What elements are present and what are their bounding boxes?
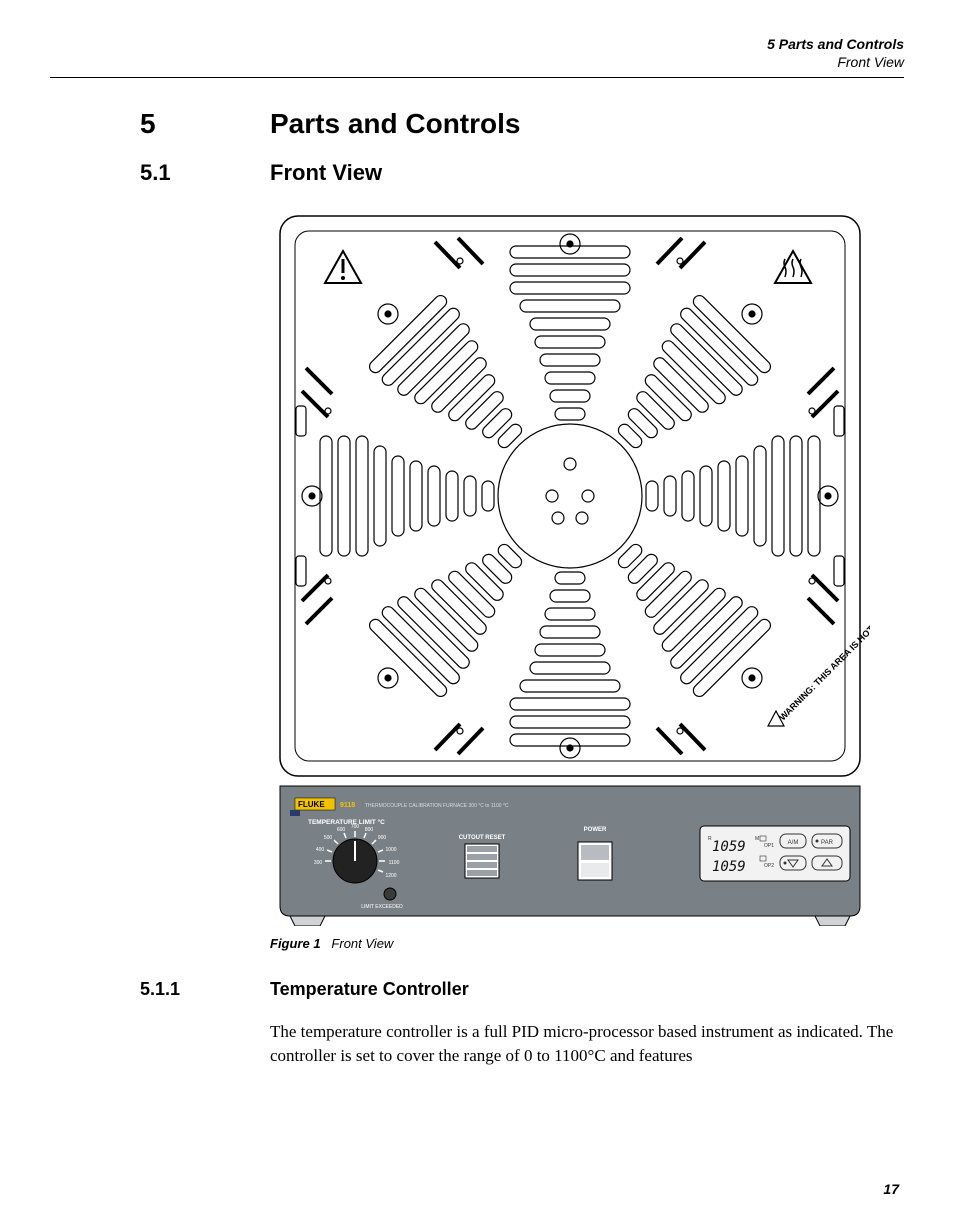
heading-2: 5.1 Front View (140, 160, 894, 186)
cutout-reset-button[interactable] (465, 844, 499, 878)
svg-text:POWER: POWER (584, 827, 607, 833)
heading-2-title: Front View (270, 160, 382, 186)
svg-text:1000: 1000 (385, 847, 396, 853)
body-paragraph: The temperature controller is a full PID… (270, 1020, 894, 1068)
svg-text:TEMPERATURE LIMIT °C: TEMPERATURE LIMIT °C (308, 818, 385, 826)
svg-text:400: 400 (316, 847, 325, 853)
svg-text:900: 900 (378, 835, 387, 841)
figure-title: Front View (331, 936, 393, 951)
svg-text:300: 300 (314, 860, 323, 866)
header-section: Front View (50, 53, 904, 71)
header-rule (50, 77, 904, 78)
svg-text:OP1: OP1 (764, 843, 774, 849)
svg-text:OP2: OP2 (764, 863, 774, 869)
svg-text:1200: 1200 (385, 873, 396, 879)
svg-text:M: M (755, 836, 759, 842)
page-number: 17 (883, 1181, 899, 1197)
heading-1: 5 Parts and Controls (140, 108, 894, 140)
figure-1: WARNING: THIS AREA IS HOT FLUKE 9118 THE… (270, 206, 894, 951)
svg-text:CUTOUT RESET: CUTOUT RESET (459, 835, 506, 841)
heading-3: 5.1.1 Temperature Controller (140, 979, 894, 1000)
figure-label: Figure 1 (270, 936, 321, 951)
svg-text:600: 600 (337, 827, 346, 833)
figure-caption: Figure 1 Front View (270, 936, 894, 951)
heading-1-number: 5 (140, 108, 270, 140)
svg-text:1059: 1059 (712, 859, 746, 875)
heading-1-title: Parts and Controls (270, 108, 520, 140)
svg-text:500: 500 (324, 835, 333, 841)
svg-text:WARNING: THIS AREA IS HOT: WARNING: THIS AREA IS HOT (777, 624, 870, 723)
svg-text:1100: 1100 (389, 860, 400, 866)
vent-pattern (296, 234, 844, 758)
heading-3-title: Temperature Controller (270, 979, 469, 1000)
svg-text:PAR: PAR (821, 840, 834, 846)
heading-2-number: 5.1 (140, 160, 270, 186)
svg-text:9118: 9118 (340, 802, 355, 809)
front-view-diagram: WARNING: THIS AREA IS HOT FLUKE 9118 THE… (270, 206, 870, 926)
svg-text:A/M: A/M (788, 840, 799, 846)
svg-text:1059: 1059 (712, 839, 746, 855)
temperature-controller-display: R M 1059 OP1 A/M PAR 1059 OP2 (700, 826, 850, 881)
svg-text:800: 800 (365, 827, 374, 833)
caution-icon (325, 251, 361, 283)
svg-text:FLUKE: FLUKE (298, 800, 325, 809)
header-chapter: 5 Parts and Controls (50, 35, 904, 53)
control-panel: FLUKE 9118 THERMOCOUPLE CALIBRATION FURN… (280, 786, 860, 926)
power-switch[interactable] (578, 842, 612, 880)
running-header: 5 Parts and Controls Front View (50, 35, 904, 71)
svg-text:700: 700 (351, 824, 360, 830)
svg-text:THERMOCOUPLE CALIBRATION FURNA: THERMOCOUPLE CALIBRATION FURNACE 300 °C … (365, 803, 509, 809)
heading-3-number: 5.1.1 (140, 979, 270, 1000)
hot-area-warning: WARNING: THIS AREA IS HOT (768, 624, 870, 726)
hot-surface-icon (775, 251, 811, 283)
limit-exceeded-led (384, 888, 396, 900)
svg-text:LIMIT EXCEEDED: LIMIT EXCEEDED (361, 904, 403, 910)
